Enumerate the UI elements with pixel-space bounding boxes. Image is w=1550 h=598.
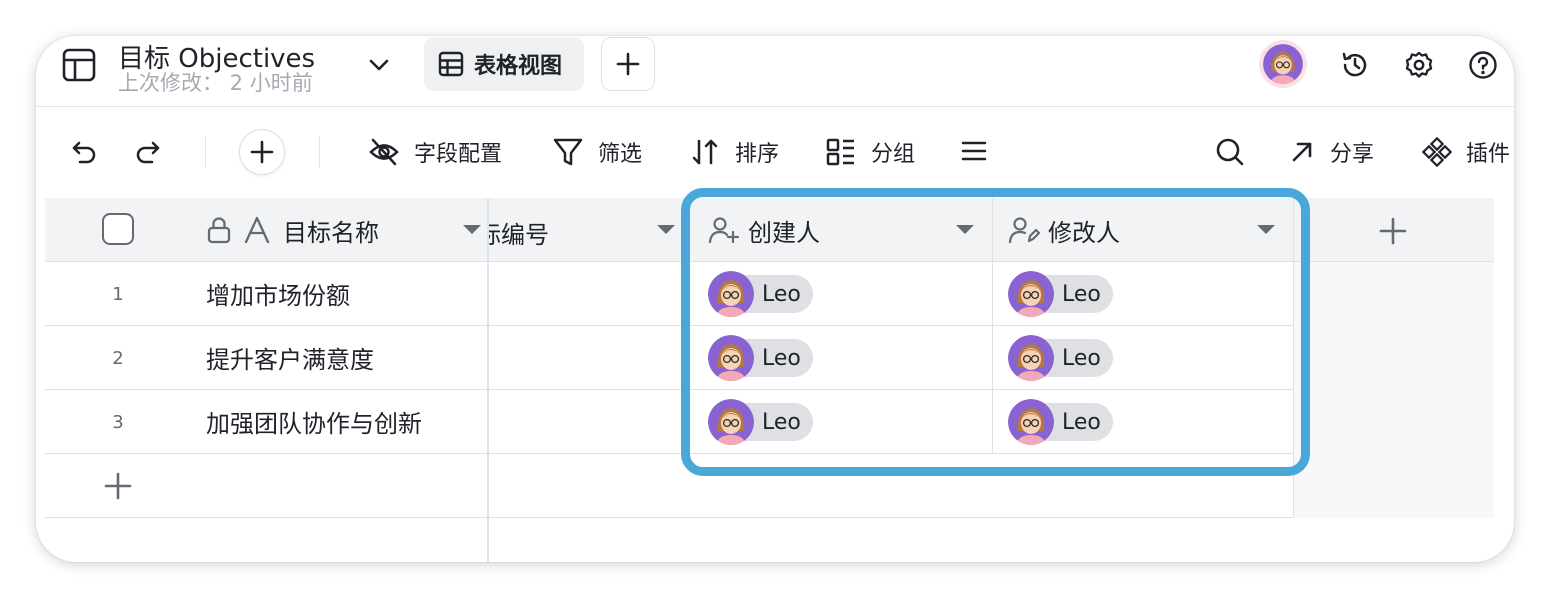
plus-icon — [616, 52, 640, 76]
chevron-down-icon[interactable] — [463, 225, 481, 234]
header-divider — [36, 106, 1514, 107]
column-header-label: 创建人 — [748, 218, 820, 247]
row-divider — [45, 517, 1294, 518]
undo-icon[interactable] — [70, 138, 98, 166]
plugins-label: 插件 — [1466, 142, 1511, 167]
share-label: 分享 — [1330, 142, 1375, 167]
group-button[interactable]: 分组 — [825, 134, 915, 170]
row-number: 3 — [112, 412, 124, 433]
gear-icon[interactable] — [1404, 50, 1434, 80]
avatar — [1008, 335, 1054, 381]
share-button[interactable]: 分享 — [1288, 134, 1374, 170]
plugin-icon — [1422, 137, 1452, 167]
sort-button[interactable]: 排序 — [689, 134, 779, 170]
lock-icon — [205, 216, 233, 244]
cell-objective-name[interactable]: 加强团队协作与创新 — [206, 404, 422, 439]
field-config-button[interactable]: 字段配置 — [368, 134, 502, 170]
user-chip-creator[interactable]: Leo — [708, 335, 813, 381]
user-chip-creator[interactable]: Leo — [708, 271, 813, 317]
user-name: Leo — [762, 281, 801, 307]
toolbar-divider — [319, 136, 320, 168]
column-header-label: 修改人 — [1048, 218, 1120, 247]
user-chip-modifier[interactable]: Leo — [1008, 271, 1113, 317]
cell-objective-name[interactable]: 增加市场份额 — [206, 276, 350, 311]
add-row-button[interactable] — [104, 472, 132, 500]
row-number: 1 — [112, 284, 124, 305]
sort-label: 排序 — [735, 142, 780, 167]
cell-objective-number[interactable] — [489, 326, 681, 390]
user-name: Leo — [762, 409, 801, 435]
eye-off-icon — [368, 136, 400, 168]
history-icon[interactable] — [1340, 50, 1370, 80]
table-row[interactable]: 2 提升客户满意度 Leo Leo — [45, 326, 1294, 390]
chevron-down-icon[interactable] — [368, 54, 390, 76]
filter-button[interactable]: 筛选 — [552, 134, 642, 170]
avatar — [1263, 44, 1303, 84]
cell-objective-number[interactable] — [489, 390, 681, 454]
help-icon[interactable] — [1468, 50, 1498, 80]
avatar — [1008, 271, 1054, 317]
user-chip-modifier[interactable]: Leo — [1008, 335, 1113, 381]
menu-icon[interactable] — [960, 137, 988, 165]
redo-icon[interactable] — [134, 138, 162, 166]
table-row[interactable]: 1 增加市场份额 Leo Leo — [45, 262, 1294, 326]
user-name: Leo — [1062, 281, 1101, 307]
table-icon — [62, 48, 96, 82]
user-name: Leo — [1062, 409, 1101, 435]
avatar — [708, 271, 754, 317]
arrow-up-right-icon — [1288, 138, 1316, 166]
text-field-icon — [243, 216, 271, 244]
column-header-label: 目标名称 — [283, 218, 379, 247]
last-modified-text: 上次修改： 2 小时前 — [118, 71, 313, 95]
tab-label: 表格视图 — [474, 54, 563, 79]
column-header-label: 标编号 — [489, 221, 549, 249]
add-column-button[interactable] — [1378, 216, 1408, 246]
add-view-button[interactable] — [601, 37, 655, 91]
filter-label: 筛选 — [598, 142, 643, 167]
grid-view-icon — [438, 51, 464, 77]
toolbar-divider — [205, 136, 206, 168]
row-number: 2 — [112, 348, 124, 369]
add-column-area — [1294, 262, 1494, 518]
user-chip-modifier[interactable]: Leo — [1008, 399, 1113, 445]
cell-objective-name[interactable]: 提升客户满意度 — [206, 340, 374, 375]
user-avatar-button[interactable] — [1259, 40, 1307, 88]
column-header-modifier[interactable]: 修改人 — [1008, 198, 1293, 262]
cell-objective-number[interactable] — [489, 262, 681, 326]
chevron-down-icon[interactable] — [657, 225, 675, 234]
user-chip-creator[interactable]: Leo — [708, 399, 813, 445]
chevron-down-icon[interactable] — [956, 225, 974, 234]
column-header-name[interactable]: 目标名称 — [205, 198, 487, 262]
avatar — [1008, 399, 1054, 445]
user-name: Leo — [1062, 345, 1101, 371]
plugins-button[interactable]: 插件 — [1422, 134, 1510, 170]
select-all-checkbox[interactable] — [102, 213, 134, 245]
avatar — [708, 399, 754, 445]
user-name: Leo — [762, 345, 801, 371]
plus-icon — [250, 140, 274, 164]
column-header-creator[interactable]: 创建人 — [708, 198, 992, 262]
add-record-button[interactable] — [239, 129, 285, 175]
group-label: 分组 — [871, 142, 916, 167]
chevron-down-icon[interactable] — [1257, 225, 1275, 234]
avatar — [708, 335, 754, 381]
column-header-number[interactable]: 标编号 — [489, 198, 681, 262]
user-edit-icon — [1008, 214, 1040, 246]
filter-icon — [552, 136, 584, 168]
group-icon — [825, 136, 857, 168]
sort-icon — [689, 136, 721, 168]
tab-table-view[interactable]: 表格视图 — [424, 37, 584, 91]
search-icon[interactable] — [1215, 137, 1245, 167]
user-add-icon — [708, 214, 740, 246]
table-row[interactable]: 3 加强团队协作与创新 Leo Leo — [45, 390, 1294, 454]
app-window: 目标 Objectives 上次修改： 2 小时前 表格视图 字段配置 筛选 排… — [36, 36, 1514, 562]
field-config-label: 字段配置 — [414, 142, 503, 167]
